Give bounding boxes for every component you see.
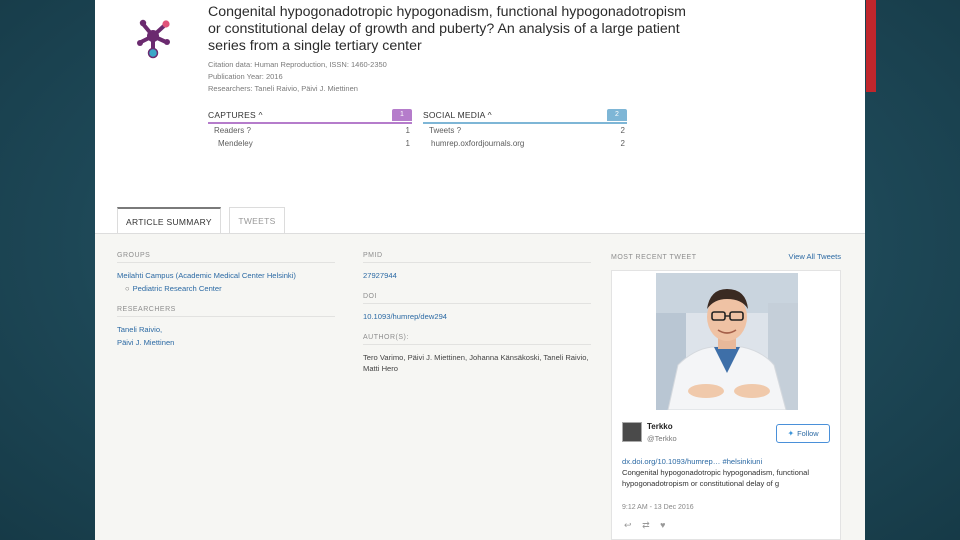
tweet-user-name[interactable]: Terkko: [647, 422, 673, 431]
avatar[interactable]: [622, 422, 642, 442]
subgroup-link[interactable]: Pediatric Research Center: [133, 284, 222, 293]
tab-tweets[interactable]: TWEETS: [229, 207, 285, 233]
metric-row[interactable]: Mendeley 1: [208, 138, 412, 150]
groups-label: GROUPS: [117, 252, 335, 263]
captures-divider: [208, 122, 412, 124]
metric-label: Mendeley: [218, 139, 253, 148]
circle-bullet-icon: ○: [125, 284, 130, 293]
metric-label: Readers ?: [214, 126, 251, 135]
captures-header[interactable]: CAPTURES ^ 1: [208, 109, 412, 122]
tweet-link-line[interactable]: dx.doi.org/10.1093/humrep… #helsinkiuni: [622, 456, 832, 467]
groups-column: GROUPS Meilahti Campus (Academic Medical…: [117, 252, 335, 348]
twitter-bird-icon: ✦: [787, 429, 795, 438]
article-meta: Citation data: Human Reproduction, ISSN:…: [208, 59, 387, 95]
social-media-label: SOCIAL MEDIA ^: [423, 110, 492, 120]
follow-label: Follow: [797, 429, 819, 438]
researcher-link[interactable]: Päivi J. Miettinen: [117, 337, 335, 348]
metric-value: 2: [620, 126, 625, 135]
publication-year: Publication Year: 2016: [208, 72, 283, 81]
captures-count-badge: 1: [392, 109, 412, 121]
metric-label: Tweets ?: [429, 126, 462, 135]
metric-row[interactable]: Tweets ? 2: [423, 125, 627, 137]
follow-button[interactable]: ✦ Follow: [776, 424, 830, 443]
subgroup-item: ○ Pediatric Research Center: [117, 283, 335, 294]
tweet-text: dx.doi.org/10.1093/humrep… #helsinkiuni …: [622, 456, 832, 489]
metric-label: humrep.oxfordjournals.org: [431, 139, 525, 148]
like-heart-icon[interactable]: ♥: [660, 520, 665, 530]
tab-article-summary[interactable]: ARTICLE SUMMARY: [117, 207, 221, 233]
captures-label: CAPTURES ^: [208, 110, 263, 120]
researcher-link[interactable]: Taneli Raivio,: [117, 324, 335, 335]
slide-accent-bar: [866, 0, 876, 92]
doi-link[interactable]: 10.1093/humrep/dew294: [363, 311, 591, 322]
social-media-count-badge: 2: [607, 109, 627, 121]
metric-value: 1: [405, 139, 410, 148]
captures-table: CAPTURES ^ 1 Readers ? 1 Mendeley 1: [208, 109, 412, 150]
recent-tweet-label: MOST RECENT TWEET: [611, 254, 697, 261]
group-link[interactable]: Meilahti Campus (Academic Medical Center…: [117, 270, 335, 281]
tweet-body: Congenital hypogonadotropic hypogonadism…: [622, 468, 810, 488]
retweet-icon[interactable]: ⇄: [642, 520, 650, 530]
article-title: Congenital hypogonadotropic hypogonadism…: [208, 4, 686, 54]
metric-value: 2: [620, 139, 625, 148]
tweet-user-handle[interactable]: @Terkko: [647, 434, 677, 443]
reply-icon[interactable]: ↩: [624, 520, 632, 530]
recent-tweet-header: MOST RECENT TWEET View All Tweets: [611, 252, 841, 264]
social-media-header[interactable]: SOCIAL MEDIA ^ 2: [423, 109, 627, 122]
tweet-photo-image: [656, 273, 798, 410]
doi-label: DOI: [363, 293, 591, 304]
tweet-timestamp[interactable]: 9:12 AM - 13 Dec 2016: [622, 504, 694, 511]
researchers-label: RESEARCHERS: [117, 306, 335, 317]
article-researchers: Researchers: Taneli Raivio, Päivi J. Mie…: [208, 84, 358, 93]
social-media-table: SOCIAL MEDIA ^ 2 Tweets ? 2 humrep.oxfor…: [423, 109, 627, 150]
metric-row[interactable]: humrep.oxfordjournals.org 2: [423, 138, 627, 150]
recent-tweet-column: MOST RECENT TWEET View All Tweets Terkko…: [611, 252, 841, 540]
citation-data: Citation data: Human Reproduction, ISSN:…: [208, 60, 387, 69]
view-all-tweets-link[interactable]: View All Tweets: [789, 252, 841, 261]
article-tabs: ARTICLE SUMMARY TWEETS: [117, 207, 289, 233]
tweet-actions: ↩ ⇄ ♥: [624, 520, 665, 531]
article-header: Congenital hypogonadotropic hypogonadism…: [95, 0, 865, 233]
metric-value: 1: [405, 126, 410, 135]
social-media-divider: [423, 122, 627, 124]
authors-label: AUTHOR(S):: [363, 334, 591, 345]
article-summary-panel: GROUPS Meilahti Campus (Academic Medical…: [95, 233, 865, 540]
pmid-label: PMID: [363, 252, 591, 263]
plumx-logo-icon: [137, 19, 170, 59]
tweet-photo[interactable]: [656, 273, 798, 410]
embedded-tweet: Terkko @Terkko ✦ Follow dx.doi.org/10.109…: [611, 270, 841, 540]
identifiers-column: PMID 27927944 DOI 10.1093/humrep/dew294 …: [363, 252, 591, 374]
pmid-link[interactable]: 27927944: [363, 270, 591, 281]
metric-row[interactable]: Readers ? 1: [208, 125, 412, 137]
article-page: Congenital hypogonadotropic hypogonadism…: [95, 0, 865, 540]
authors-list: Tero Varimo, Päivi J. Miettinen, Johanna…: [363, 353, 589, 373]
